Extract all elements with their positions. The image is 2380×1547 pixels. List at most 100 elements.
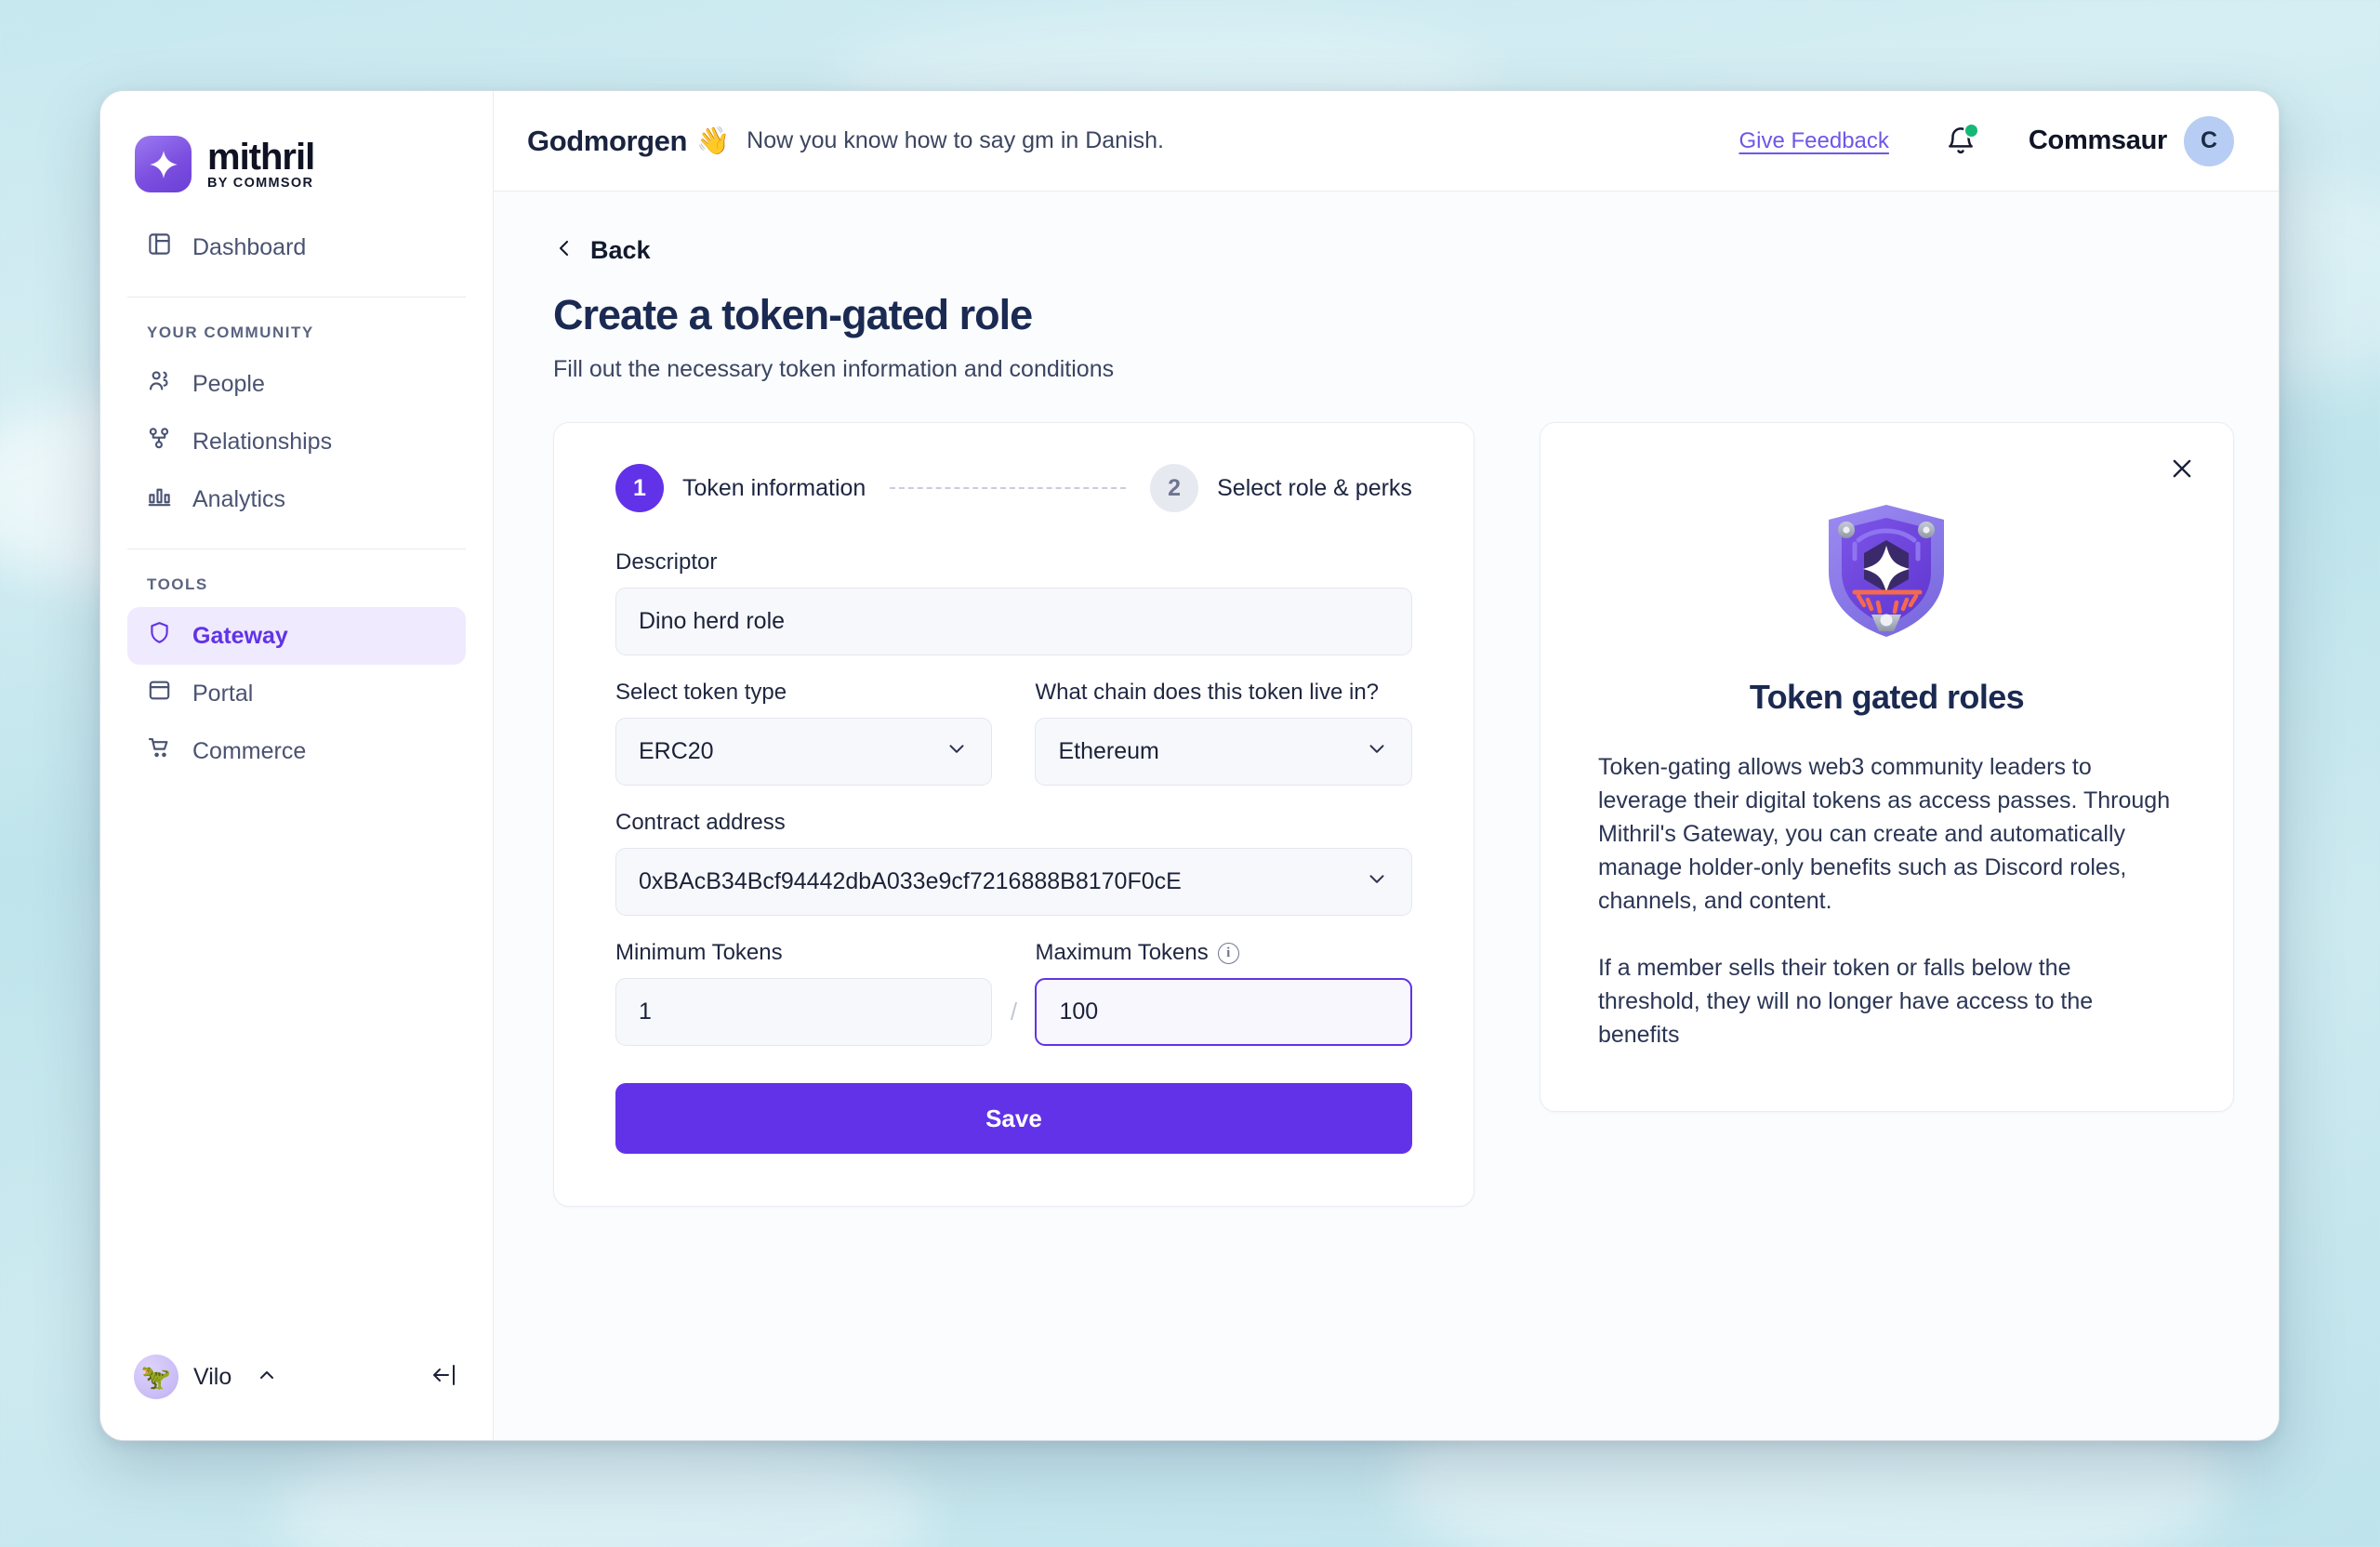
maximum-tokens-label-text: Maximum Tokens <box>1035 940 1209 965</box>
maximum-tokens-input[interactable]: 100 <box>1035 978 1412 1046</box>
account-menu[interactable]: Commsaur C <box>2028 115 2234 166</box>
token-threshold-row: Minimum Tokens 1 / Maximum Tokens i 100 <box>615 940 1412 1046</box>
chain-value: Ethereum <box>1058 738 1159 764</box>
brand-logo[interactable]: mithril BY COMMSOR <box>100 91 493 192</box>
main-area: Godmorgen 👋 Now you know how to say gm i… <box>494 91 2279 1440</box>
info-panel-paragraph-1: Token-gating allows web3 community leade… <box>1597 754 2171 914</box>
page-title: Create a token-gated role <box>553 291 1033 338</box>
step-connector-line <box>890 487 1127 489</box>
window-panel-icon <box>147 678 172 709</box>
minimum-tokens-col: Minimum Tokens 1 <box>615 940 993 1046</box>
descriptor-value: Dino herd role <box>639 608 786 634</box>
step-number: 2 <box>1150 464 1199 512</box>
notification-bell-button[interactable] <box>1945 122 1979 157</box>
app-window: mithril BY COMMSOR Dashboard YOUR COMMUN… <box>99 90 2280 1441</box>
notification-dot-badge <box>1963 122 1979 139</box>
chevron-up-icon[interactable] <box>256 1364 278 1391</box>
nav-primary: Dashboard <box>100 218 493 276</box>
descriptor-input[interactable]: Dino herd role <box>615 588 1412 655</box>
token-type-chain-row: Select token type ERC20 What chain does … <box>615 680 1412 786</box>
token-form-card: 1 Token information 2 Select role & perk… <box>553 422 1474 1207</box>
contract-address-field-group: Contract address 0xBAcB34Bcf94442dbA033e… <box>615 810 1412 916</box>
shopping-cart-icon <box>147 735 172 767</box>
step-select-role-perks[interactable]: 2 Select role & perks <box>1150 464 1412 512</box>
topbar: Godmorgen 👋 Now you know how to say gm i… <box>494 91 2279 192</box>
account-name: Commsaur <box>2028 126 2167 155</box>
contract-address-value: 0xBAcB34Bcf94442dbA033e9cf7216888B8170F0… <box>639 868 1182 894</box>
bar-chart-icon <box>147 483 172 515</box>
sidebar-item-commerce[interactable]: Commerce <box>127 722 466 780</box>
nav-tools: Gateway Portal Commerce <box>100 607 493 780</box>
people-icon <box>147 368 172 400</box>
sidebar-user-name: Vilo <box>193 1363 232 1390</box>
brand-subtitle: BY COMMSOR <box>207 175 314 191</box>
token-type-label: Select token type <box>615 680 787 705</box>
sidebar-footer: 🦖 Vilo <box>100 1355 493 1440</box>
sidebar-item-portal[interactable]: Portal <box>127 665 466 722</box>
token-type-value: ERC20 <box>639 738 714 764</box>
step-indicator: 1 Token information 2 Select role & perk… <box>615 464 1412 512</box>
token-type-select[interactable]: ERC20 <box>615 718 993 786</box>
step-token-information[interactable]: 1 Token information <box>615 464 866 512</box>
back-label: Back <box>590 236 651 264</box>
badge-wrap <box>1598 499 2175 641</box>
chevron-down-icon <box>1365 866 1389 897</box>
chain-col: What chain does this token live in? Ethe… <box>1035 680 1412 786</box>
save-button[interactable]: Save <box>615 1083 1412 1154</box>
sidebar-section-title-community: YOUR COMMUNITY <box>147 324 314 341</box>
maximum-tokens-col: Maximum Tokens i 100 <box>1035 940 1412 1046</box>
back-button[interactable]: Back <box>553 236 2234 265</box>
maximum-tokens-label: Maximum Tokens i <box>1035 940 1411 966</box>
chain-select[interactable]: Ethereum <box>1035 718 1412 786</box>
chain-field-group: What chain does this token live in? Ethe… <box>1035 680 1412 786</box>
panels-row: 1 Token information 2 Select role & perk… <box>553 422 2234 1207</box>
contract-address-select[interactable]: 0xBAcB34Bcf94442dbA033e9cf7216888B8170F0… <box>615 848 1412 916</box>
info-panel-card: Token gated roles Token-gating allows we… <box>1539 422 2234 1112</box>
info-panel-paragraph-2: If a member sells their token or falls b… <box>1597 955 2094 1048</box>
brand-name: mithril <box>207 136 315 178</box>
token-type-col: Select token type ERC20 <box>615 680 993 786</box>
step-number: 1 <box>615 464 664 512</box>
give-feedback-link[interactable]: Give Feedback <box>1739 128 1888 154</box>
sidebar-item-people[interactable]: People <box>127 355 466 413</box>
minimum-tokens-input[interactable]: 1 <box>615 978 993 1046</box>
page-content: Back Create a token-gated role Fill out … <box>494 192 2279 1440</box>
sidebar: mithril BY COMMSOR Dashboard YOUR COMMUN… <box>100 91 494 1440</box>
sidebar-item-analytics[interactable]: Analytics <box>127 470 466 528</box>
token-gate-shield-badge <box>1829 505 1945 637</box>
threshold-separator: / <box>1010 998 1018 1025</box>
descriptor-label: Descriptor <box>615 549 718 575</box>
sidebar-item-label: Commerce <box>192 737 307 764</box>
sidebar-item-label: Dashboard <box>192 233 307 260</box>
sidebar-item-label: Gateway <box>192 622 288 649</box>
nav-community: People Relationships Analytics <box>100 355 493 528</box>
layout-dashboard-icon <box>147 231 172 263</box>
chevron-down-icon <box>1365 736 1389 767</box>
sidebar-item-relationships[interactable]: Relationships <box>127 413 466 470</box>
sparkle-star-icon <box>135 136 192 192</box>
sidebar-item-label: People <box>192 370 265 397</box>
avatar: C <box>2184 115 2234 166</box>
sidebar-item-label: Analytics <box>192 485 286 512</box>
greeting-text: Godmorgen <box>527 124 688 157</box>
chevron-left-icon <box>553 237 575 264</box>
info-panel-title: Token gated roles <box>1749 678 2025 716</box>
token-type-field-group: Select token type ERC20 <box>615 680 993 786</box>
info-circle-icon[interactable]: i <box>1217 942 1239 964</box>
sidebar-item-gateway[interactable]: Gateway <box>127 607 466 665</box>
sidebar-section-title-tools: TOOLS <box>147 575 208 593</box>
sidebar-item-label: Portal <box>192 680 254 707</box>
shield-icon <box>147 620 172 652</box>
step-label: Token information <box>682 474 866 501</box>
chevron-down-icon <box>945 736 969 767</box>
minimum-tokens-value: 1 <box>639 998 652 1025</box>
step-label: Select role & perks <box>1217 474 1412 501</box>
collapse-sidebar-icon[interactable] <box>430 1361 459 1394</box>
sidebar-item-dashboard[interactable]: Dashboard <box>127 218 466 276</box>
greeting-subtitle: Now you know how to say gm in Danish. <box>747 127 1164 153</box>
wave-emoji-icon: 👋 <box>696 126 731 156</box>
descriptor-field-group: Descriptor Dino herd role <box>615 549 1412 655</box>
user-avatar-image[interactable]: 🦖 <box>134 1355 178 1399</box>
close-icon[interactable] <box>2166 453 2198 484</box>
